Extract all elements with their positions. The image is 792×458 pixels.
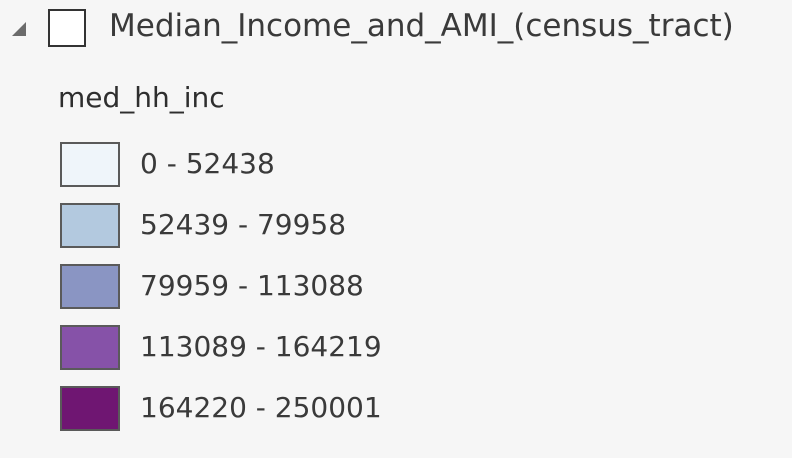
- legend-swatch[interactable]: [60, 264, 120, 309]
- layer-name[interactable]: Median_Income_and_AMI_(census_tract): [109, 6, 734, 46]
- legend-class-item[interactable]: 164220 - 250001: [58, 384, 778, 445]
- legend-class-label: 52439 - 79958: [140, 208, 347, 241]
- legend-field-name: med_hh_inc: [58, 81, 225, 114]
- legend-swatch[interactable]: [60, 325, 120, 370]
- legend-swatch[interactable]: [60, 386, 120, 431]
- legend-class-label: 79959 - 113088: [140, 269, 364, 302]
- legend-class-item[interactable]: 113089 - 164219: [58, 323, 778, 384]
- legend-class-item[interactable]: 52439 - 79958: [58, 201, 778, 262]
- legend-swatch[interactable]: [60, 142, 120, 187]
- legend-swatch[interactable]: [60, 203, 120, 248]
- legend-class-item[interactable]: 0 - 52438: [58, 140, 778, 201]
- layer-row[interactable]: Median_Income_and_AMI_(census_tract): [0, 0, 792, 56]
- contents-pane: Median_Income_and_AMI_(census_tract) med…: [0, 0, 792, 458]
- legend-class-item[interactable]: 79959 - 113088: [58, 262, 778, 323]
- legend-class-label: 164220 - 250001: [140, 391, 382, 424]
- legend-class-label: 0 - 52438: [140, 147, 275, 180]
- triangle-expanded-icon[interactable]: [12, 22, 26, 36]
- legend-class-label: 113089 - 164219: [140, 330, 382, 363]
- layer-visibility-checkbox[interactable]: [48, 9, 86, 47]
- legend-class-list: 0 - 52438 52439 - 79958 79959 - 113088 1…: [58, 140, 778, 445]
